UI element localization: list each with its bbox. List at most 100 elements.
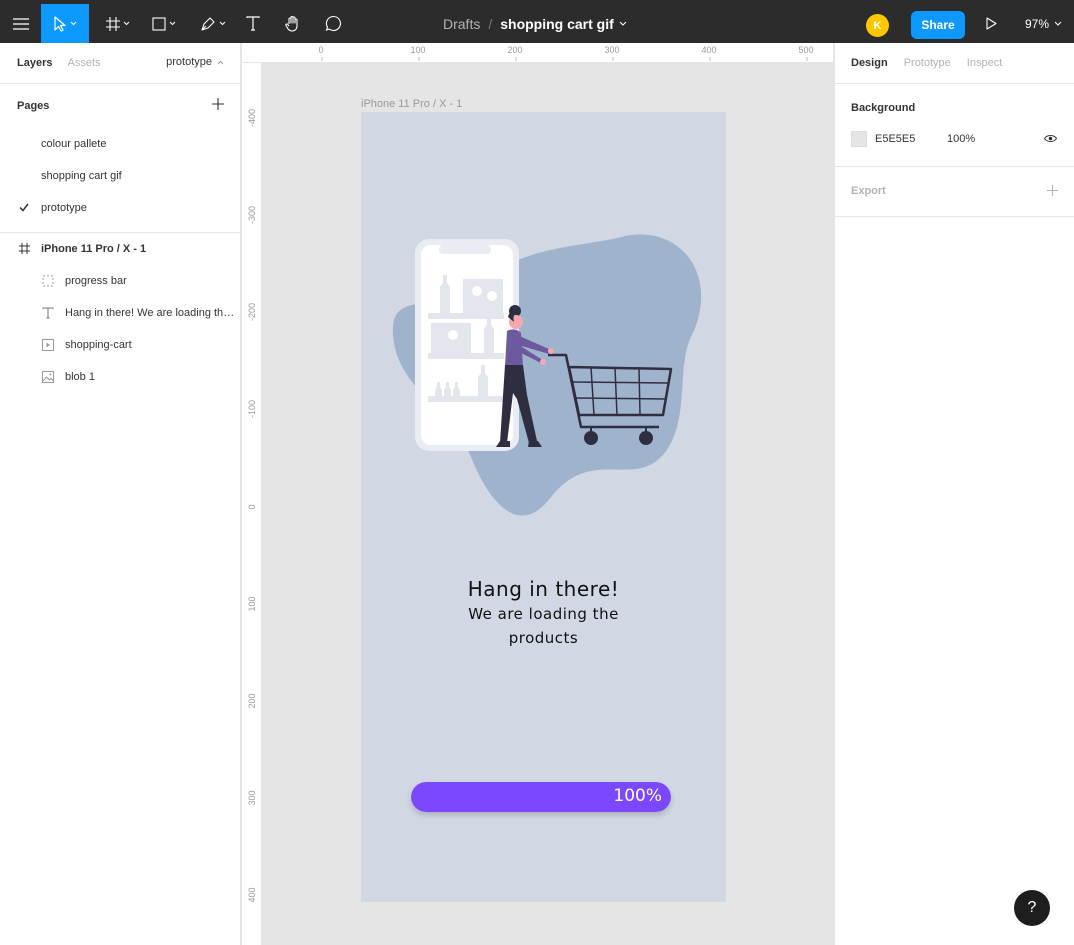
chevron-up-icon — [217, 60, 224, 64]
add-export-icon[interactable] — [1047, 185, 1058, 196]
subtext-line: products — [508, 629, 579, 647]
zoom-level: 97% — [1025, 16, 1050, 31]
layer-label: blob 1 — [65, 371, 95, 383]
pen-tool-button[interactable] — [197, 4, 229, 43]
right-panel: Design Prototype Inspect Background E5E5… — [834, 43, 1074, 945]
loading-subtext[interactable]: We are loading the products — [361, 602, 726, 650]
tab-layers[interactable]: Layers — [17, 57, 52, 69]
page-item-label: colour pallete — [41, 138, 107, 150]
ruler-horizontal: 0 100 200 300 400 500 — [242, 43, 833, 63]
background-title: Background — [851, 102, 916, 114]
page-item[interactable]: colour pallete — [0, 128, 240, 160]
frame-icon — [106, 16, 120, 31]
export-section: Export — [835, 166, 1074, 216]
main-menu-button[interactable] — [10, 4, 32, 43]
ruler-tick-label: 400 — [701, 45, 717, 61]
layer-label: iPhone 11 Pro / X - 1 — [41, 243, 147, 255]
shopping-cart-illustration[interactable] — [391, 227, 711, 527]
breadcrumb-separator: / — [488, 15, 493, 32]
cursor-icon — [54, 15, 66, 32]
chevron-down-icon — [123, 21, 130, 26]
layer-item[interactable]: Hang in there! We are loading the produc… — [0, 297, 240, 329]
ruler-tick-label: 200 — [247, 693, 257, 709]
left-panel: Layers Assets prototype Pages colour pal… — [0, 43, 241, 945]
progress-label: 100% — [613, 786, 662, 806]
checkmark-icon — [19, 203, 29, 212]
text-icon — [246, 16, 260, 31]
ruler-tick-label: 200 — [507, 45, 523, 61]
layer-item[interactable]: progress bar — [0, 265, 240, 297]
background-opacity-field[interactable]: 100% — [947, 133, 975, 145]
tab-inspect[interactable]: Inspect — [967, 57, 1002, 69]
comment-icon — [325, 15, 341, 32]
pages-header: Pages — [0, 84, 240, 128]
breadcrumb-folder[interactable]: Drafts — [443, 16, 480, 32]
tab-prototype[interactable]: Prototype — [904, 57, 951, 69]
page-item-label: prototype — [41, 202, 87, 214]
zoom-dropdown[interactable]: 97% — [1025, 4, 1062, 43]
page-item-selected[interactable]: prototype — [0, 192, 240, 224]
help-button[interactable]: ? — [1014, 890, 1050, 926]
hand-tool-button[interactable] — [282, 4, 304, 43]
pen-icon — [201, 16, 215, 31]
ruler-tick-label: 0 — [247, 504, 257, 510]
file-name[interactable]: shopping cart gif — [500, 16, 614, 32]
pages-title: Pages — [17, 100, 50, 112]
move-tool-button[interactable] — [41, 4, 89, 43]
eye-icon[interactable] — [1044, 134, 1057, 143]
layer-label: progress bar — [65, 275, 127, 287]
ruler-tick-label: 100 — [410, 45, 426, 61]
component-dashed-icon — [42, 275, 54, 287]
layer-item[interactable]: shopping-cart — [0, 329, 240, 361]
left-panel-tabs: Layers Assets prototype — [0, 43, 240, 83]
add-page-icon[interactable] — [212, 98, 224, 110]
loading-heading[interactable]: Hang in there! — [361, 577, 726, 601]
page-item-label: shopping cart gif — [41, 170, 122, 182]
right-panel-tabs: Design Prototype Inspect — [835, 43, 1074, 83]
page-selector[interactable]: prototype — [166, 56, 224, 68]
ruler-tick-label: -100 — [247, 399, 257, 419]
comment-tool-button[interactable] — [322, 4, 344, 43]
layer-label: shopping-cart — [65, 339, 132, 351]
tab-assets[interactable]: Assets — [67, 57, 100, 69]
ruler-tick-label: 400 — [247, 887, 257, 903]
ruler-tick-label: -400 — [247, 108, 257, 128]
ruler-vertical: -400 -300 -200 -100 0 100 200 300 400 — [242, 63, 262, 945]
layer-item[interactable]: blob 1 — [0, 361, 240, 393]
tab-design[interactable]: Design — [851, 57, 888, 69]
breadcrumb: Drafts / shopping cart gif — [443, 4, 627, 43]
background-hex-field[interactable]: E5E5E5 — [875, 133, 915, 145]
export-title: Export — [835, 167, 1074, 216]
present-button[interactable] — [983, 4, 999, 43]
gif-play-icon — [42, 339, 54, 351]
text-icon — [42, 307, 54, 319]
ruler-tick-label: 0 — [318, 45, 324, 61]
chevron-down-icon — [219, 21, 226, 26]
ruler-tick-label: -300 — [247, 205, 257, 225]
chevron-down-icon — [70, 21, 77, 26]
export-label: Export — [851, 185, 886, 197]
frame-icon — [19, 243, 30, 254]
avatar[interactable]: K — [866, 14, 889, 37]
hand-icon — [285, 15, 298, 32]
share-button[interactable]: Share — [911, 11, 965, 39]
chevron-down-icon — [169, 21, 176, 26]
shape-tool-button[interactable] — [148, 4, 180, 43]
ruler-tick-label: 300 — [247, 790, 257, 806]
subtext-line: We are loading the — [468, 605, 619, 623]
layer-frame[interactable]: iPhone 11 Pro / X - 1 — [0, 233, 240, 265]
design-canvas[interactable]: iPhone 11 Pro / X - 1 Hang in there! We … — [263, 64, 833, 945]
current-page-label: prototype — [166, 56, 212, 68]
frame-tool-button[interactable] — [102, 4, 134, 43]
ruler-tick-label: 300 — [604, 45, 620, 61]
phone-frame[interactable]: Hang in there! We are loading the produc… — [361, 112, 726, 902]
page-item[interactable]: shopping cart gif — [0, 160, 240, 192]
background-fill-row: E5E5E5 100% — [835, 124, 1074, 166]
hamburger-icon — [13, 17, 29, 30]
frame-label[interactable]: iPhone 11 Pro / X - 1 — [361, 98, 462, 110]
text-tool-button[interactable] — [243, 4, 263, 43]
color-swatch[interactable] — [851, 131, 867, 147]
chevron-down-icon[interactable] — [619, 21, 627, 26]
image-icon — [42, 371, 54, 383]
progress-bar[interactable]: 100% — [411, 782, 671, 812]
